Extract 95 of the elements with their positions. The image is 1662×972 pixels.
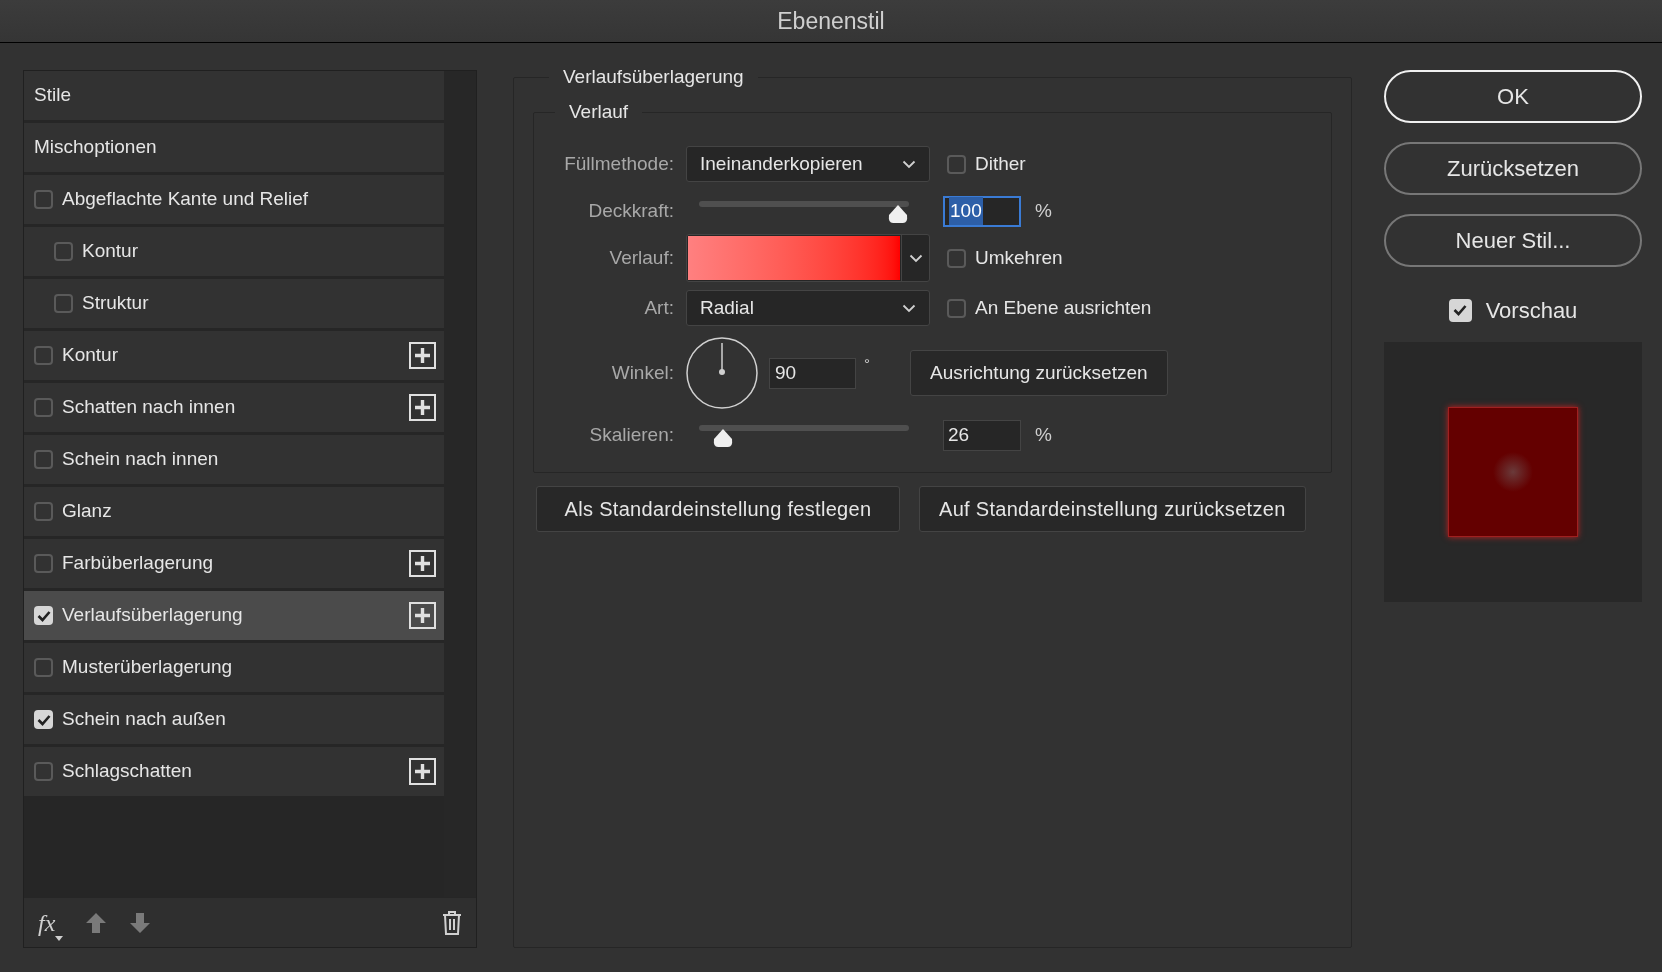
plus-icon <box>414 607 431 624</box>
checkbox[interactable] <box>54 294 73 313</box>
style-list-item[interactable]: Schlagschatten <box>24 747 444 799</box>
field-label: Skalieren: <box>588 422 674 447</box>
item-label: Musterüberlagerung <box>62 655 233 680</box>
add-button[interactable] <box>409 602 436 629</box>
checkbox[interactable] <box>34 346 53 365</box>
style-list-item[interactable]: Stile <box>24 71 444 123</box>
checkbox[interactable] <box>54 242 73 261</box>
item-label: Glanz <box>62 499 112 524</box>
field-label: Winkel: <box>610 360 674 385</box>
style-list-item[interactable]: Schein nach innen <box>24 435 444 487</box>
plus-icon <box>414 399 431 416</box>
add-button[interactable] <box>409 550 436 577</box>
style-list-item[interactable]: Glanz <box>24 487 444 539</box>
selected-text-highlight: 100 <box>949 196 983 226</box>
item-label: Struktur <box>82 291 149 316</box>
caret-icon <box>902 159 916 169</box>
move-up-icon[interactable] <box>85 911 108 934</box>
checkbox[interactable] <box>34 606 53 625</box>
field-label: Deckkraft: <box>587 198 674 223</box>
item-label: Schein nach außen <box>62 707 226 732</box>
item-label: Farbüberlagerung <box>62 551 214 576</box>
style-list-item[interactable]: Mischoptionen <box>24 123 444 175</box>
angle-dial[interactable] <box>686 337 758 409</box>
field-label: Art: <box>643 295 674 320</box>
add-button[interactable] <box>409 394 436 421</box>
item-label: Kontur <box>82 239 138 264</box>
caret-icon <box>55 935 64 941</box>
item-label: Schein nach innen <box>62 447 219 472</box>
field-label: Füllmethode: <box>563 151 674 176</box>
slider-thumb[interactable] <box>712 428 735 448</box>
checkbox[interactable] <box>34 710 53 729</box>
plus-icon <box>414 347 431 364</box>
move-down-icon[interactable] <box>129 911 152 934</box>
checkbox[interactable] <box>34 502 53 521</box>
field-label: Verlauf: <box>608 245 674 270</box>
add-button[interactable] <box>409 342 436 369</box>
option-label: Dither <box>975 151 1026 176</box>
style-list-item[interactable]: Schatten nach innen <box>24 383 444 435</box>
dropdown[interactable]: Radial <box>686 290 930 326</box>
degree-label: ° <box>864 354 870 374</box>
checkbox[interactable] <box>34 398 53 417</box>
style-list-item[interactable]: Struktur <box>24 279 444 331</box>
caret-icon <box>908 253 923 263</box>
slider-thumb[interactable] <box>887 204 909 224</box>
default-settings-button[interactable]: Als Standardeinstellung festlegen <box>536 486 900 532</box>
item-label: Mischoptionen <box>34 135 157 160</box>
value-field[interactable]: 100 <box>943 195 1021 227</box>
caret-icon <box>902 303 916 313</box>
default-settings-button[interactable]: Auf Standardeinstellung zurücksetzen <box>919 486 1306 532</box>
check-icon <box>36 609 51 622</box>
checkbox[interactable] <box>34 190 53 209</box>
dialog-button[interactable]: OK <box>1384 70 1642 123</box>
item-label: Abgeflachte Kante und Relief <box>62 187 309 212</box>
dialog-button[interactable]: Zurücksetzen <box>1384 142 1642 195</box>
checkbox[interactable] <box>34 450 53 469</box>
fx-button[interactable]: fx <box>38 904 64 941</box>
preview-label: Vorschau <box>1485 296 1578 325</box>
checkbox[interactable] <box>947 154 966 174</box>
checkbox[interactable] <box>34 554 53 573</box>
checkbox[interactable] <box>947 298 966 318</box>
style-list-item[interactable]: Verlaufsüberlagerung <box>24 591 444 643</box>
style-list-item[interactable]: Kontur <box>24 331 444 383</box>
dialog-button[interactable]: Neuer Stil... <box>1384 214 1642 267</box>
unit-label: % <box>1035 198 1052 223</box>
checkbox[interactable] <box>34 658 53 677</box>
item-label: Schatten nach innen <box>62 395 236 420</box>
gradient-picker[interactable] <box>686 234 930 282</box>
item-label: Kontur <box>62 343 118 368</box>
reset-alignment-button[interactable]: Ausrichtung zurücksetzen <box>910 350 1168 396</box>
angle-field[interactable]: 90 <box>769 357 856 389</box>
item-label: Schlagschatten <box>62 759 192 784</box>
dropdown[interactable]: Ineinanderkopieren <box>686 146 930 182</box>
window-title: Ebenenstil <box>777 6 885 36</box>
item-label: Stile <box>34 83 71 108</box>
checkbox[interactable] <box>34 762 53 781</box>
add-button[interactable] <box>409 758 436 785</box>
check-icon <box>1453 304 1468 316</box>
style-list-item[interactable]: Abgeflachte Kante und Relief <box>24 175 444 227</box>
option-label: An Ebene ausrichten <box>975 295 1152 320</box>
plus-icon <box>414 555 431 572</box>
check-icon <box>36 713 51 726</box>
unit-label: % <box>1035 422 1052 447</box>
option-label: Umkehren <box>975 245 1063 270</box>
preview-checkbox[interactable] <box>1448 298 1472 322</box>
checkbox[interactable] <box>947 248 966 268</box>
style-list-item[interactable]: Kontur <box>24 227 444 279</box>
value-field[interactable]: 26 <box>943 419 1021 451</box>
trash-icon[interactable] <box>442 910 462 935</box>
plus-icon <box>414 763 431 780</box>
style-list-item[interactable]: Musterüberlagerung <box>24 643 444 695</box>
item-label: Verlaufsüberlagerung <box>62 603 243 628</box>
style-list-item[interactable]: Farbüberlagerung <box>24 539 444 591</box>
style-list-item[interactable]: Schein nach außen <box>24 695 444 747</box>
